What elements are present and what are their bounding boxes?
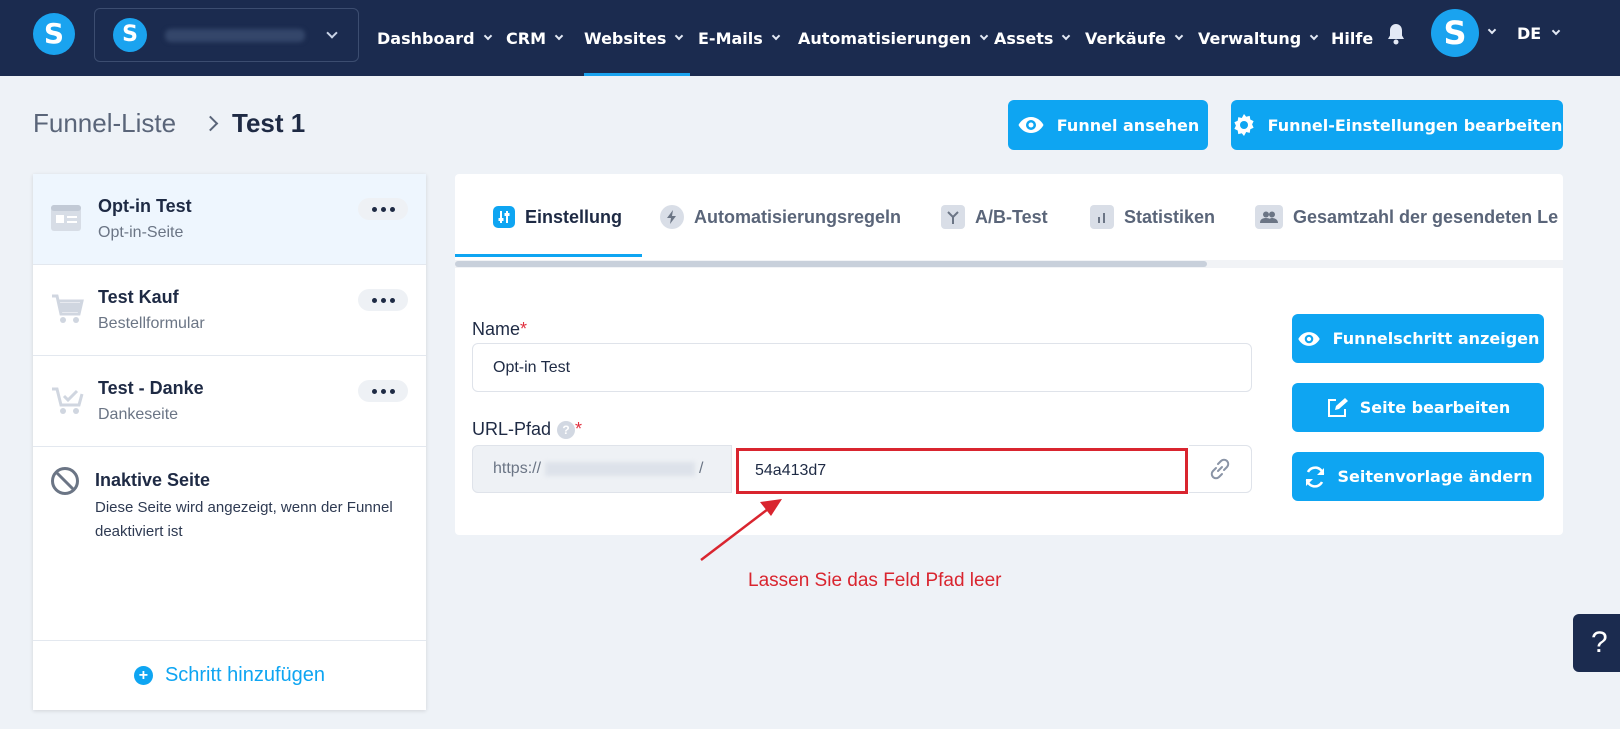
help-button[interactable]: ? — [1573, 614, 1620, 672]
annotation-arrow — [700, 499, 782, 561]
annotation-text: Lassen Sie das Feld Pfad leer — [748, 570, 1002, 591]
